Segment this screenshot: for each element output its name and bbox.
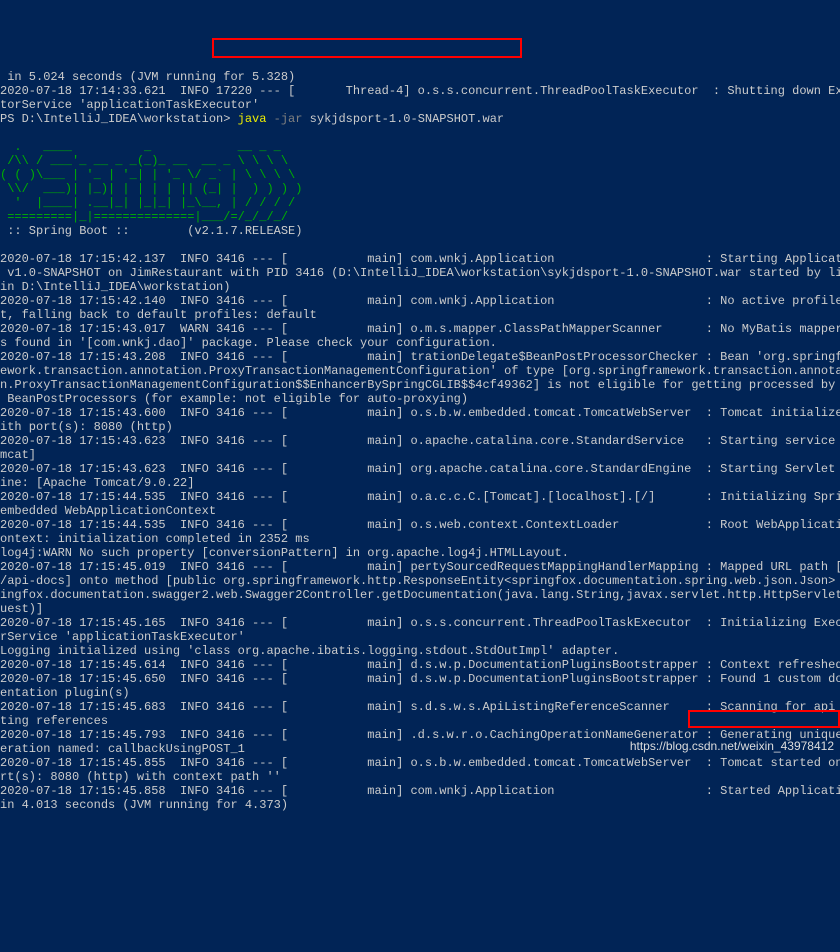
watermark-credit: https://blog.csdn.net/weixin_43978412 [630, 739, 834, 753]
spring-banner-line: /\\ / ___'_ __ _ _(_)_ __ __ _ \ \ \ \ [0, 154, 288, 168]
log-line: 2020-07-18 17:15:43.600 INFO 3416 --- [ … [0, 406, 840, 420]
log-line: ith port(s): 8080 (http) [0, 420, 173, 434]
terminal-window[interactable]: in 5.024 seconds (JVM running for 5.328)… [0, 56, 840, 812]
prompt: PS D:\IntelliJ_IDEA\workstation> [0, 112, 238, 126]
log-line: uest)] [0, 602, 43, 616]
command-argument: sykjdsport-1.0-SNAPSHOT.war [302, 112, 504, 126]
log-line: 2020-07-18 17:15:45.019 INFO 3416 --- [ … [0, 560, 840, 574]
spring-banner-line: . ____ _ __ _ _ [0, 140, 281, 154]
log-line: t, falling back to default profiles: def… [0, 308, 317, 322]
log-line: 2020-07-18 17:15:45.855 INFO 3416 --- [ … [0, 756, 840, 770]
log-line: in 4.013 seconds (JVM running for 4.373) [0, 798, 288, 812]
log-line: 2020-07-18 17:15:43.208 INFO 3416 --- [ … [0, 350, 840, 364]
log-line: in 5.024 seconds (JVM running for 5.328) [0, 70, 295, 84]
command-option-jar: -jar [274, 112, 303, 126]
log-line: ontext: initialization completed in 2352… [0, 532, 310, 546]
log-line: ting references [0, 714, 108, 728]
log-line: ine: [Apache Tomcat/9.0.22] [0, 476, 194, 490]
command-java: java [238, 112, 274, 126]
log-line: ework.transaction.annotation.ProxyTransa… [0, 364, 840, 378]
highlight-box-command [212, 38, 522, 58]
log-line: rService 'applicationTaskExecutor' [0, 630, 245, 644]
log-line: entation plugin(s) [0, 686, 130, 700]
log-line: 2020-07-18 17:15:42.140 INFO 3416 --- [ … [0, 294, 840, 308]
log-line: rt(s): 8080 (http) with context path '' [0, 770, 281, 784]
spring-banner-line: ' |____| .__|_| |_|_| |_\__, | / / / / [0, 196, 295, 210]
log-line: 2020-07-18 17:15:45.165 INFO 3416 --- [ … [0, 616, 840, 630]
log-line: s found in '[com.wnkj.dao]' package. Ple… [0, 336, 497, 350]
log-line: torService 'applicationTaskExecutor' [0, 98, 259, 112]
spring-banner-line: ( ( )\___ | '_ | '_| | '_ \/ _` | \ \ \ … [0, 168, 295, 182]
log-line: 2020-07-18 17:15:44.535 INFO 3416 --- [ … [0, 518, 840, 532]
log-line: /api-docs] onto method [public org.sprin… [0, 574, 840, 588]
log-line: ingfox.documentation.swagger2.web.Swagge… [0, 588, 840, 602]
spring-banner-line: \\/ ___)| |_)| | | | | || (_| | ) ) ) ) [0, 182, 302, 196]
log-line: 2020-07-18 17:15:43.623 INFO 3416 --- [ … [0, 462, 840, 476]
spring-banner-line: =========|_|==============|___/=/_/_/_/ [0, 210, 288, 224]
log-line: 2020-07-18 17:15:43.623 INFO 3416 --- [ … [0, 434, 840, 448]
log-line: v1.0-SNAPSHOT on JimRestaurant with PID … [0, 266, 840, 280]
log-line: n.ProxyTransactionManagementConfiguratio… [0, 378, 840, 392]
log-line: 2020-07-18 17:15:45.683 INFO 3416 --- [ … [0, 700, 840, 714]
log-line: 2020-07-18 17:15:45.614 INFO 3416 --- [ … [0, 658, 840, 672]
spring-boot-version: :: Spring Boot :: (v2.1.7.RELEASE) [0, 224, 302, 238]
log-line: 2020-07-18 17:15:43.017 WARN 3416 --- [ … [0, 322, 840, 336]
log-line: mcat] [0, 448, 36, 462]
log-line: 2020-07-18 17:15:42.137 INFO 3416 --- [ … [0, 252, 840, 266]
log-line: eration named: callbackUsingPOST_1 [0, 742, 245, 756]
log-line: 2020-07-18 17:15:45.650 INFO 3416 --- [ … [0, 672, 840, 686]
log-line: in D:\IntelliJ_IDEA\workstation) [0, 280, 230, 294]
log-line: 2020-07-18 17:15:45.858 INFO 3416 --- [ … [0, 784, 840, 798]
log-line: 2020-07-18 17:15:44.535 INFO 3416 --- [ … [0, 490, 840, 504]
log-line: 2020-07-18 17:14:33.621 INFO 17220 --- [… [0, 84, 840, 98]
log-line: BeanPostProcessors (for example: not eli… [0, 392, 468, 406]
log-line: embedded WebApplicationContext [0, 504, 216, 518]
log-line: Logging initialized using 'class org.apa… [0, 644, 619, 658]
log-line: log4j:WARN No such property [conversionP… [0, 546, 569, 560]
